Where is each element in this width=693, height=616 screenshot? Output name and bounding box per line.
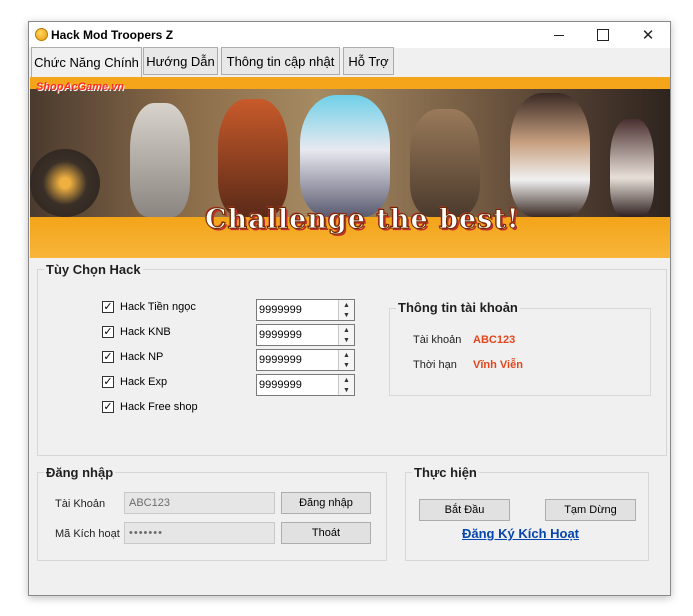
hack-options-group: Tùy Chọn Hack ✓ Hack Tiền ngọc ✓ Hack KN… [37, 262, 667, 456]
hack-option-np[interactable]: ✓ Hack NP [102, 349, 163, 365]
tab-support[interactable]: Hỗ Trợ [343, 47, 394, 75]
hack-option-label: Hack NP [120, 351, 164, 363]
login-account-field[interactable] [124, 492, 275, 514]
close-button[interactable]: ✕ [626, 22, 670, 48]
close-icon: ✕ [641, 27, 655, 44]
tien-ngoc-stepper[interactable]: ▲ ▼ [256, 299, 355, 321]
spin-down-icon[interactable]: ▼ [339, 335, 354, 345]
activation-code-field[interactable] [124, 522, 275, 544]
hack-option-exp[interactable]: ✓ Hack Exp [102, 374, 167, 390]
title-bar[interactable]: Hack Mod Troopers Z ✕ [29, 22, 670, 48]
banner-artwork [30, 89, 670, 217]
start-button[interactable]: Bắt Đầu [419, 499, 510, 521]
checkbox-checked-icon[interactable]: ✓ [102, 401, 114, 413]
knb-input[interactable] [259, 327, 337, 343]
account-info-group: Thông tin tài khoản Tài khoản ABC123 Thờ… [389, 300, 651, 396]
hack-option-label: Hack Tiền ngọc [120, 301, 196, 313]
app-window: Hack Mod Troopers Z ✕ Chức Năng Chính Hư… [28, 21, 671, 596]
checkbox-checked-icon[interactable]: ✓ [102, 326, 114, 338]
hack-option-label: Hack Free shop [120, 401, 198, 413]
login-group: Đăng nhập Tài Khoản Mã Kích hoạt Đăng nh… [37, 465, 387, 561]
hack-options-title: Tùy Chọn Hack [44, 262, 143, 277]
account-value: ABC123 [473, 334, 516, 346]
login-button[interactable]: Đăng nhập [281, 492, 371, 514]
exp-input[interactable] [259, 377, 337, 393]
hack-option-label: Hack KNB [120, 326, 171, 338]
register-activation-link[interactable]: Đăng Ký Kích Hoạt [462, 526, 579, 541]
hack-option-knb[interactable]: ✓ Hack KNB [102, 324, 171, 340]
banner-slogan: Challenge the best! [205, 204, 520, 236]
exp-stepper[interactable]: ▲ ▼ [256, 374, 355, 396]
login-title: Đăng nhập [44, 465, 116, 480]
checkbox-checked-icon[interactable]: ✓ [102, 351, 114, 363]
tab-main-functions[interactable]: Chức Năng Chính [31, 47, 142, 77]
spin-down-icon[interactable]: ▼ [339, 310, 354, 320]
tab-guide[interactable]: Hướng Dẫn [143, 47, 218, 75]
checkbox-checked-icon[interactable]: ✓ [102, 376, 114, 388]
tab-update-info[interactable]: Thông tin cập nhật [221, 47, 340, 75]
hack-option-label: Hack Exp [120, 376, 168, 388]
actions-group: Thực hiện Bắt Đầu Tạm Dừng Đăng Ký Kích … [405, 465, 649, 561]
activation-code-label: Mã Kích hoạt [55, 528, 120, 540]
expiry-value: Vĩnh Viễn [473, 359, 523, 371]
app-logo-icon [35, 28, 48, 41]
account-label: Tài khoản [413, 334, 462, 346]
actions-title: Thực hiện [412, 465, 479, 480]
expiry-label: Thời hạn [413, 359, 457, 371]
spin-down-icon[interactable]: ▼ [339, 385, 354, 395]
hack-option-tien-ngoc[interactable]: ✓ Hack Tiền ngọc [102, 299, 196, 315]
tien-ngoc-input[interactable] [259, 302, 337, 318]
minimize-icon [554, 34, 564, 36]
hack-option-free-shop[interactable]: ✓ Hack Free shop [102, 399, 198, 415]
spin-down-icon[interactable]: ▼ [339, 360, 354, 370]
window-title: Hack Mod Troopers Z [51, 28, 174, 42]
minimize-button[interactable] [537, 22, 581, 48]
exit-button[interactable]: Thoát [281, 522, 371, 544]
np-stepper[interactable]: ▲ ▼ [256, 349, 355, 371]
game-banner: ShopAcGame.vn Challenge the best! [30, 77, 670, 258]
checkbox-checked-icon[interactable]: ✓ [102, 301, 114, 313]
account-info-title: Thông tin tài khoản [396, 300, 520, 315]
np-input[interactable] [259, 352, 337, 368]
knb-stepper[interactable]: ▲ ▼ [256, 324, 355, 346]
login-account-label: Tài Khoản [55, 498, 106, 510]
maximize-button[interactable] [581, 22, 625, 48]
banner-watermark: ShopAcGame.vn [36, 81, 125, 93]
maximize-icon [597, 29, 609, 41]
pause-button[interactable]: Tạm Dừng [545, 499, 636, 521]
